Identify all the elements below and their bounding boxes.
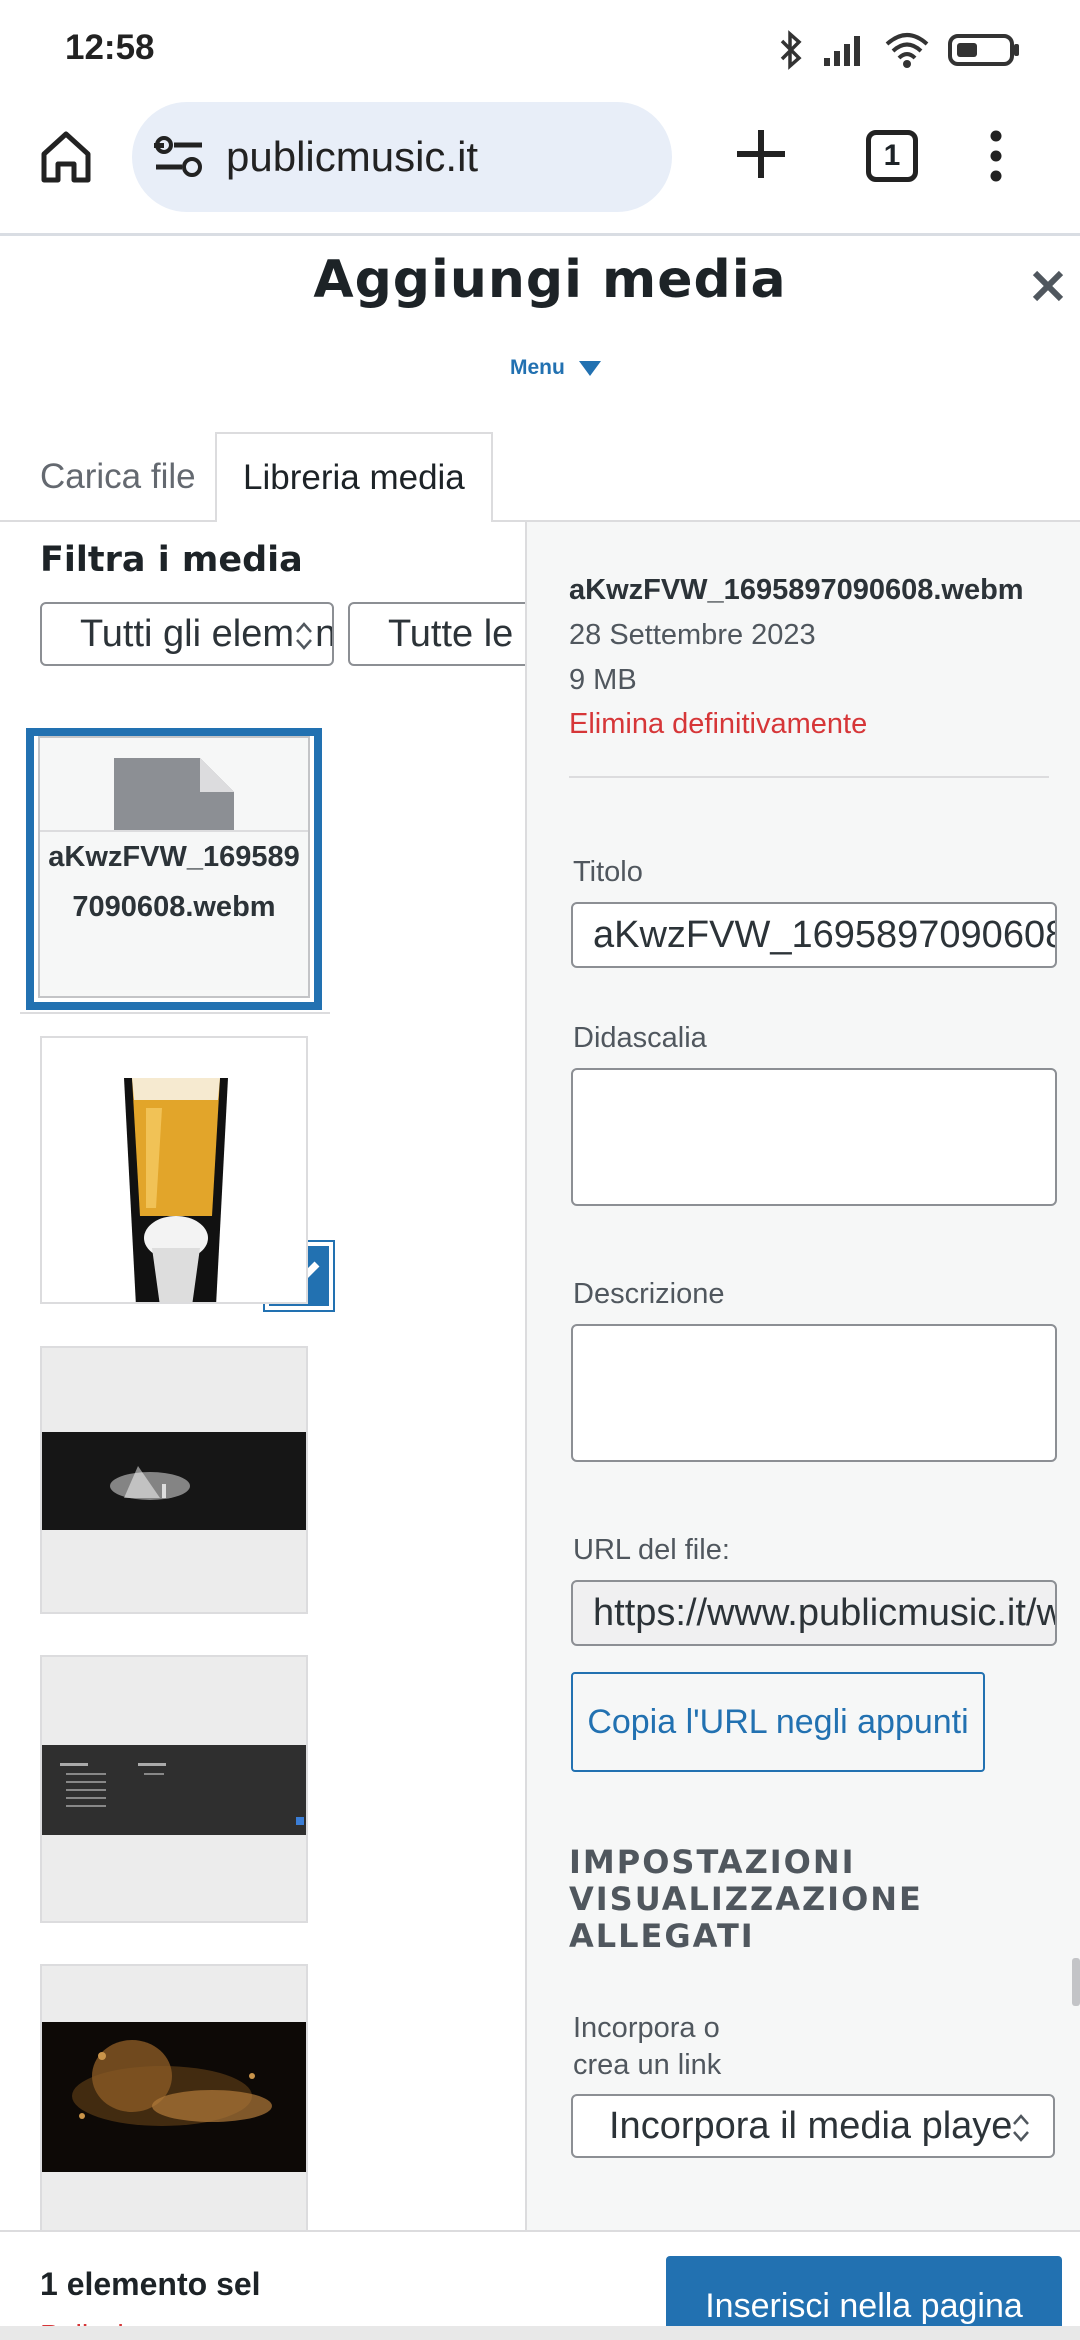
filter-title: Filtra i media xyxy=(40,540,303,580)
modal-menu-label: Menu xyxy=(510,356,565,379)
media-item-portrait[interactable] xyxy=(40,1964,308,2230)
media-item-selected[interactable]: aKwzFVW_1695897090608.webm xyxy=(26,728,322,1010)
file-url-input[interactable]: https://www.publicmusic.it/wp-content/up… xyxy=(571,1580,1057,1646)
battery-icon xyxy=(948,34,1019,66)
delete-permanently-link[interactable]: Elimina definitivamente xyxy=(569,708,867,741)
description-label: Descrizione xyxy=(573,1278,725,1310)
chevron-down-icon xyxy=(578,360,601,376)
tab-count: 1 xyxy=(883,139,901,172)
media-date-select[interactable]: Tutte le date xyxy=(348,602,525,666)
attachment-details: aKwzFVW_1695897090608.webm 28 Settembre … xyxy=(525,522,1080,2230)
beer-image xyxy=(42,1038,306,1302)
kebab-menu-icon[interactable] xyxy=(986,130,1006,182)
footer-image xyxy=(42,1657,306,1921)
browser-toolbar: publicmusic.it 1 xyxy=(0,96,1080,236)
signal-icon xyxy=(824,36,860,66)
tab-switcher-button[interactable]: 1 xyxy=(866,130,918,182)
attachment-size: 9 MB xyxy=(569,664,637,696)
embed-select-value: Incorpora il media player xyxy=(609,2104,1026,2147)
media-item-filename: aKwzFVW_1695897090608.webm xyxy=(40,830,308,932)
media-item-stage[interactable] xyxy=(40,1346,308,1614)
site-info-icon[interactable] xyxy=(152,135,206,179)
select-updown-icon xyxy=(1011,2112,1031,2144)
embed-select[interactable]: Incorpora il media player xyxy=(571,2094,1055,2158)
attachment-date: 28 Settembre 2023 xyxy=(569,619,816,651)
caption-label: Didascalia xyxy=(573,1022,707,1054)
bluetooth-icon xyxy=(780,30,802,70)
copy-url-button[interactable]: Copia l'URL negli appunti xyxy=(571,1672,985,1772)
tab-media-library[interactable]: Libreria media xyxy=(215,432,493,524)
details-divider xyxy=(569,776,1049,778)
title-input-value: aKwzFVW_1695897090608 xyxy=(593,913,1057,956)
home-icon[interactable] xyxy=(36,126,96,186)
media-type-select[interactable]: Tutti gli elementi media xyxy=(40,602,334,666)
media-item-beer[interactable] xyxy=(40,1036,308,1304)
modal-menu-toggle[interactable]: Menu xyxy=(510,356,601,380)
modal-title: Aggiungi media xyxy=(313,250,787,310)
title-label: Titolo xyxy=(573,856,643,888)
tab-upload-files[interactable]: Carica file xyxy=(14,432,222,522)
status-time: 12:58 xyxy=(65,28,155,67)
display-settings-heading: IMPOSTAZIONI VISUALIZZAZIONE ALLEGATI xyxy=(569,1843,923,1955)
media-tabs: Carica file Libreria media xyxy=(0,432,1080,524)
url-text: publicmusic.it xyxy=(226,133,479,180)
selection-divider xyxy=(20,1012,330,1014)
wifi-icon xyxy=(885,33,929,68)
close-icon[interactable] xyxy=(1030,268,1066,304)
caption-textarea[interactable] xyxy=(571,1068,1057,1206)
attachment-filename: aKwzFVW_1695897090608.webm xyxy=(569,574,1024,606)
media-toolbar: 1 elemento selezionato Pulisci Inserisci… xyxy=(0,2230,1080,2340)
title-input[interactable]: aKwzFVW_1695897090608 xyxy=(571,902,1057,968)
select-updown-icon xyxy=(294,620,314,652)
status-icons xyxy=(778,30,1020,70)
address-bar[interactable]: publicmusic.it xyxy=(132,102,672,212)
file-url-value: https://www.publicmusic.it/wp-content/up… xyxy=(593,1591,1055,1634)
embed-label-line-1: Incorpora o xyxy=(573,2012,720,2044)
embed-label-line-2: crea un link xyxy=(573,2049,722,2081)
media-item-footer[interactable] xyxy=(40,1655,308,1923)
selection-count: 1 elemento selezionato xyxy=(40,2266,260,2302)
status-bar: 12:58 xyxy=(0,0,1080,96)
new-tab-icon[interactable] xyxy=(733,126,789,182)
portrait-image xyxy=(42,1966,306,2230)
media-date-select-value: Tutte le date xyxy=(388,612,525,655)
gesture-bar xyxy=(0,2326,1080,2340)
stage-image xyxy=(42,1348,306,1612)
media-browser: Filtra i media Tutti gli elementi media … xyxy=(0,522,525,2230)
scrollbar-thumb[interactable] xyxy=(1072,1958,1080,2006)
description-textarea[interactable] xyxy=(571,1324,1057,1462)
embed-label: Incorpora o crea un link xyxy=(573,2012,721,2082)
media-item-video-thumb: aKwzFVW_1695897090608.webm xyxy=(38,736,310,998)
file-url-label: URL del file: xyxy=(573,1534,730,1566)
